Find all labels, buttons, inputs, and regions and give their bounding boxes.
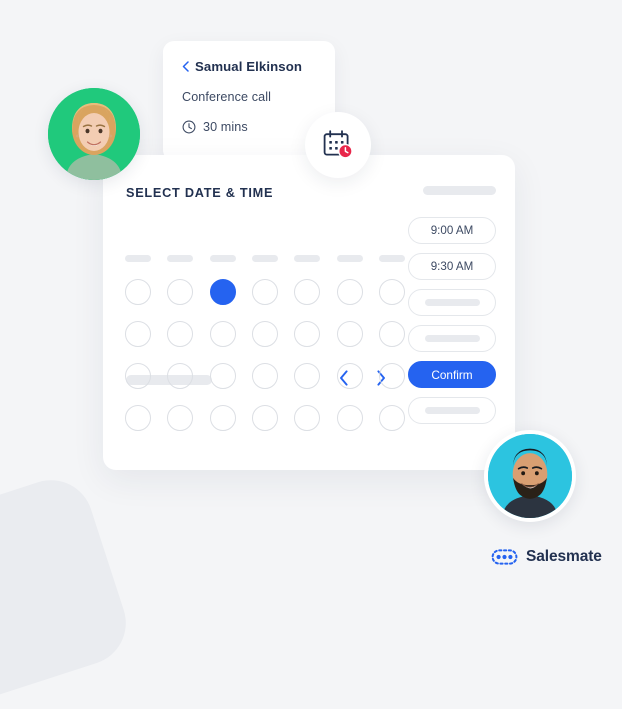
avatar-man — [484, 430, 576, 522]
date-cell[interactable] — [336, 363, 363, 389]
event-back-row[interactable]: Samual Elkinson — [182, 59, 335, 74]
confirm-button[interactable]: Confirm — [408, 361, 496, 388]
date-cell[interactable] — [251, 405, 278, 431]
calendar-badge — [305, 112, 371, 178]
date-cell[interactable] — [294, 363, 321, 389]
weekday-placeholder-6 — [378, 255, 405, 262]
date-cell[interactable] — [378, 321, 405, 347]
event-meeting-type: Conference call — [182, 90, 272, 104]
date-row — [125, 321, 405, 347]
time-slot-placeholder-3[interactable] — [408, 325, 496, 352]
date-cell[interactable] — [167, 405, 194, 431]
date-cell[interactable] — [167, 279, 194, 305]
date-cell[interactable] — [378, 279, 405, 305]
date-cell[interactable] — [336, 405, 363, 431]
time-slot-button[interactable]: 9:30 AM — [408, 253, 496, 280]
brand-name: Salesmate — [526, 548, 602, 565]
time-slot-list: 9:00 AM 9:30 AM Confirm — [408, 217, 496, 424]
screenshot-root: Samual Elkinson Conference call 30 mins — [0, 0, 622, 709]
date-cell[interactable] — [294, 405, 321, 431]
calendar-clock-icon — [323, 130, 353, 159]
placeholder-bar — [424, 335, 480, 342]
date-cell[interactable] — [294, 279, 321, 305]
page-title: SELECT DATE & TIME — [126, 186, 274, 200]
date-cell[interactable] — [209, 405, 236, 431]
date-cell[interactable] — [251, 321, 278, 347]
date-cell[interactable] — [125, 321, 151, 347]
date-cell[interactable] — [294, 321, 321, 347]
avatar-woman-image — [48, 88, 140, 180]
date-cell[interactable] — [251, 363, 278, 389]
date-cell[interactable] — [378, 363, 405, 389]
date-cell[interactable] — [125, 279, 151, 305]
salesmate-logo-icon — [491, 549, 518, 565]
weekday-placeholder-0 — [125, 255, 151, 262]
date-cell[interactable] — [378, 405, 405, 431]
date-cell[interactable] — [209, 363, 236, 389]
time-slot-button[interactable]: 9:00 AM — [408, 217, 496, 244]
avatar-woman — [48, 88, 140, 180]
date-cell[interactable] — [336, 321, 363, 347]
date-cell[interactable] — [167, 321, 194, 347]
brand-logo: Salesmate — [491, 548, 602, 566]
avatar-man-image — [488, 434, 572, 518]
clock-icon — [182, 120, 196, 134]
event-person-name: Samual Elkinson — [195, 59, 303, 74]
header-placeholder-bar — [423, 186, 496, 195]
weekday-placeholder-1 — [167, 255, 194, 262]
scheduler-card: SELECT DATE & TIME 9:00 AM 9:30 AM Confirm — [103, 155, 515, 470]
date-cell[interactable] — [251, 279, 278, 305]
date-row — [125, 363, 405, 389]
date-cell-selected[interactable] — [209, 279, 236, 305]
placeholder-bar — [424, 299, 480, 306]
weekday-header-row — [125, 255, 405, 262]
date-row — [125, 279, 405, 305]
date-cell[interactable] — [167, 363, 194, 389]
weekday-placeholder-4 — [294, 255, 321, 262]
time-slot-placeholder-2[interactable] — [408, 289, 496, 316]
placeholder-bar — [424, 407, 480, 414]
date-cell[interactable] — [336, 279, 363, 305]
date-cell[interactable] — [125, 363, 151, 389]
decorative-shape — [0, 469, 137, 709]
time-slot-placeholder-5[interactable] — [408, 397, 496, 424]
weekday-placeholder-2 — [209, 255, 236, 262]
event-duration: 30 mins — [203, 120, 248, 134]
date-cell[interactable] — [125, 405, 151, 431]
date-grid — [125, 279, 405, 431]
weekday-placeholder-5 — [336, 255, 363, 262]
date-row — [125, 405, 405, 431]
weekday-placeholder-3 — [251, 255, 278, 262]
chevron-left-icon — [182, 61, 189, 72]
date-cell[interactable] — [209, 321, 236, 347]
